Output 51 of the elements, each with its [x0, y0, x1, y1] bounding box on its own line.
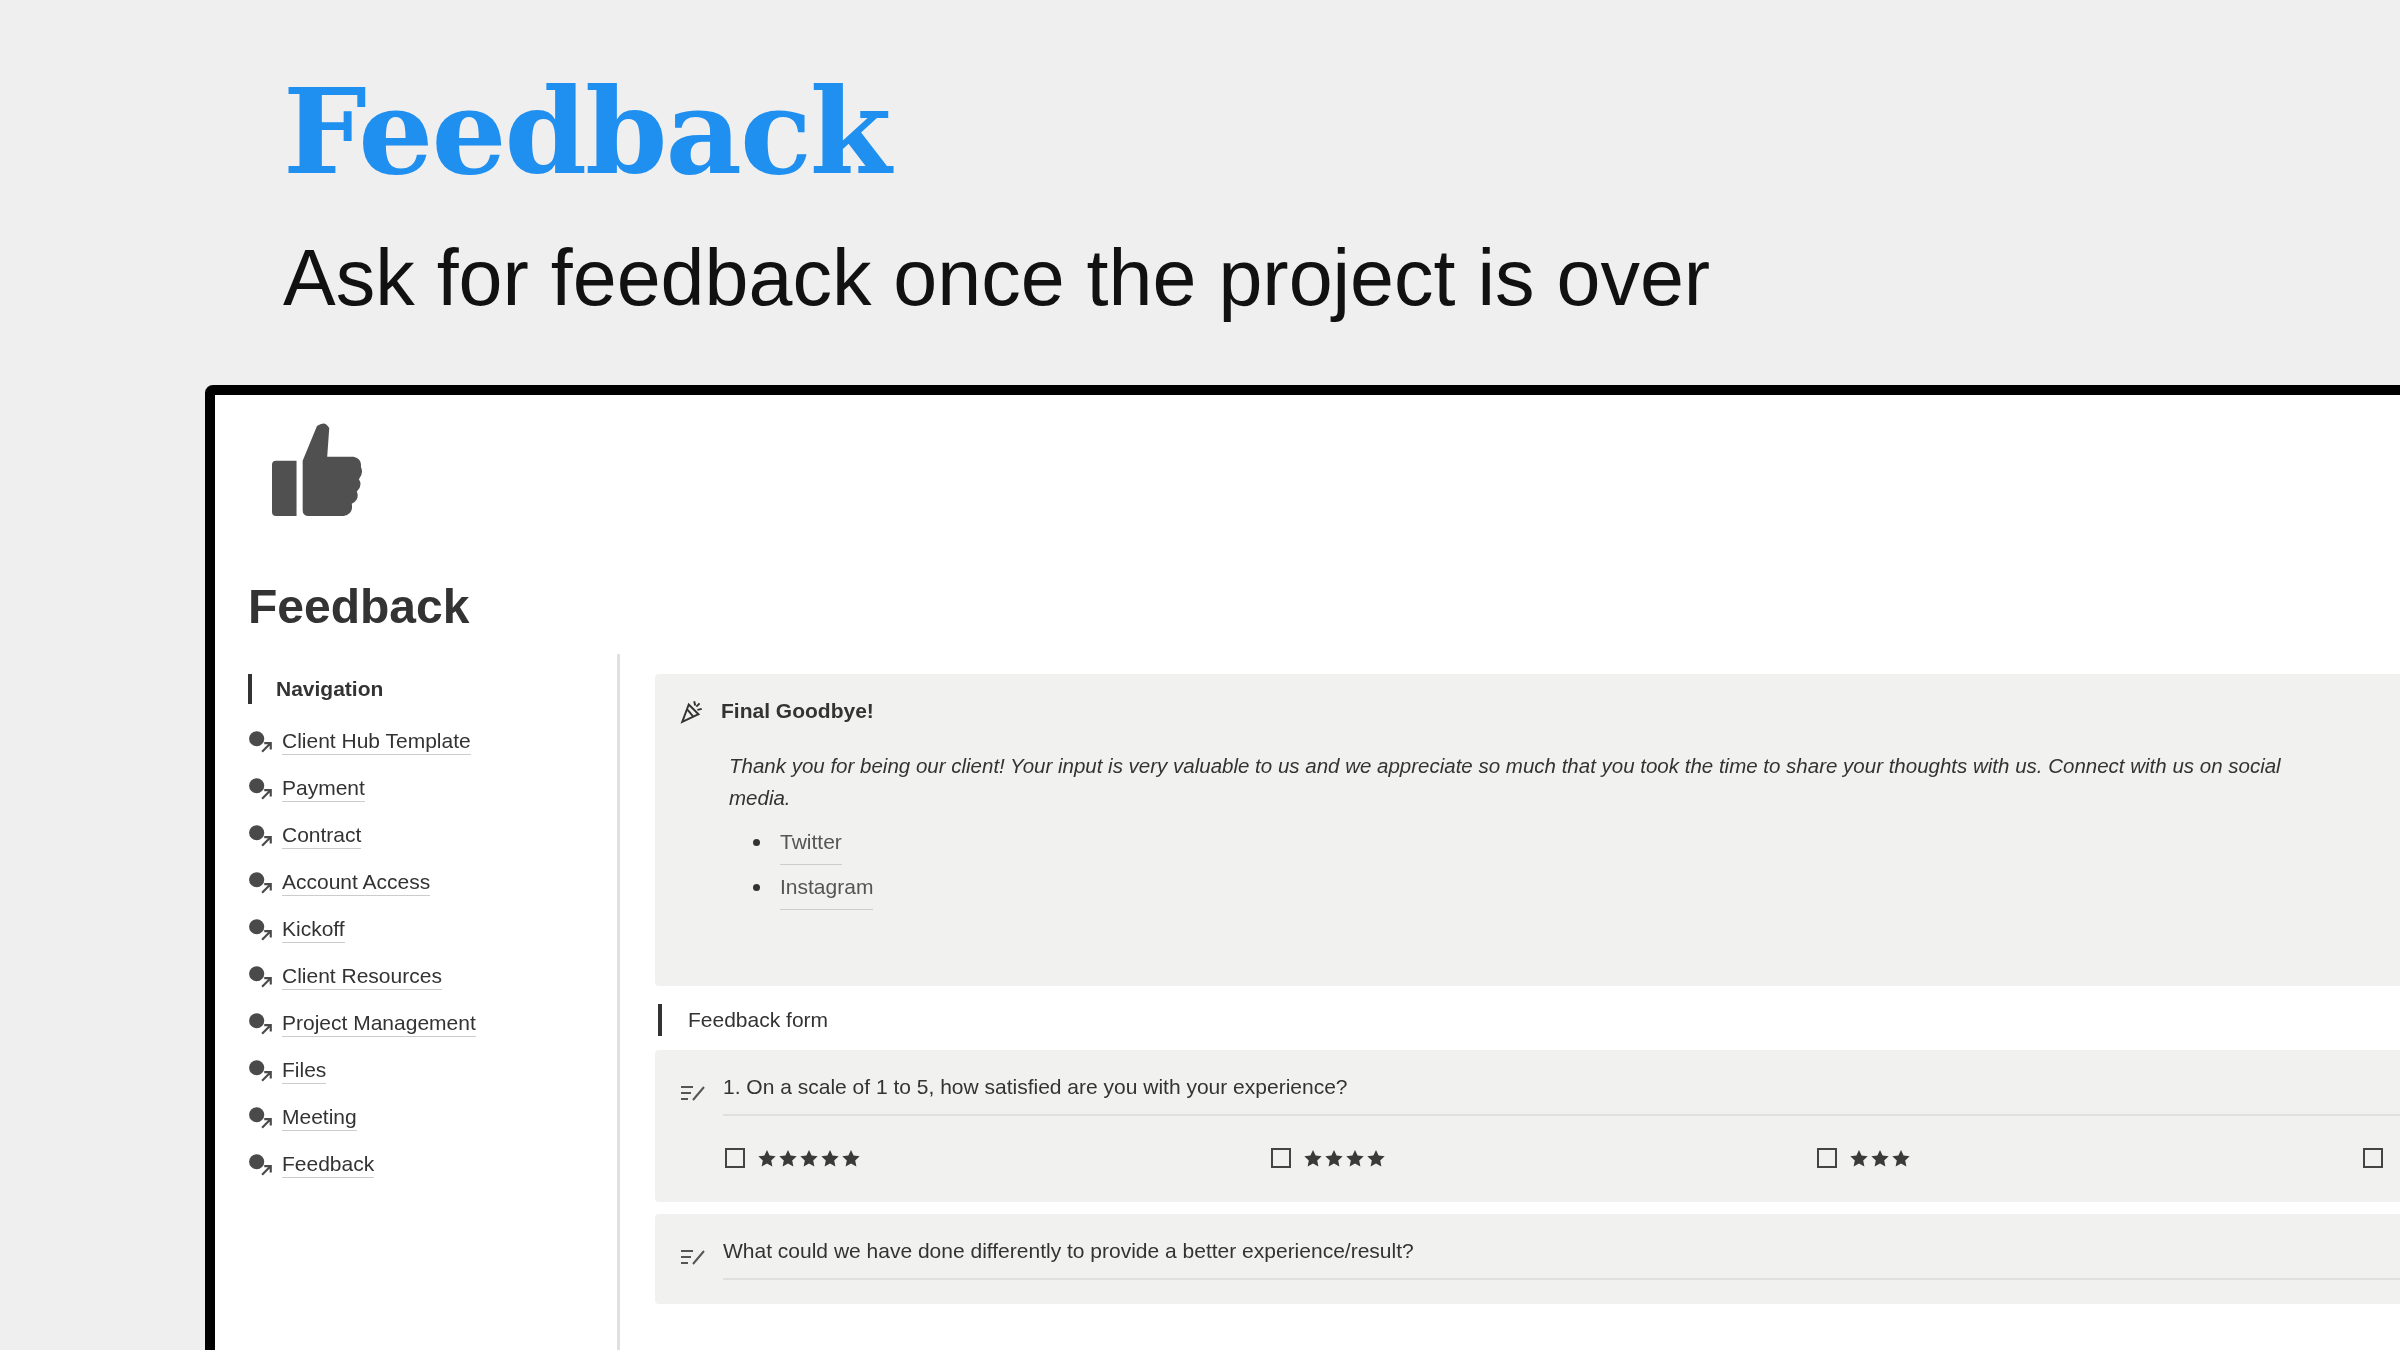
- navigation-link[interactable]: Payment: [282, 775, 365, 802]
- navigation-link[interactable]: Client Resources: [282, 963, 442, 990]
- social-link[interactable]: Instagram: [780, 865, 874, 910]
- navigation-link[interactable]: Account Access: [282, 869, 431, 896]
- question-text: 1. On a scale of 1 to 5, how satisfied are you with your experience?: [723, 1070, 2400, 1116]
- navigation-link[interactable]: Client Hub Template: [282, 728, 471, 755]
- page-link-icon: [248, 729, 274, 754]
- text-edit-icon: [679, 1083, 707, 1103]
- bullet-icon: [753, 839, 760, 846]
- navigation-link[interactable]: Contract: [282, 822, 362, 849]
- star-icon: [841, 1148, 861, 1168]
- star-icon: [820, 1148, 840, 1168]
- page-heading: Feedback: [283, 62, 2400, 202]
- star-icon: [799, 1148, 819, 1168]
- text-edit-icon: [679, 1247, 707, 1267]
- page-link-icon: [248, 917, 274, 942]
- navigation-link[interactable]: Files: [282, 1057, 327, 1084]
- callout-text: Thank you for being our client! Your input is very valuable to us and we appreciate so much that you took the time to share your thoughts with us. Connect with us on social media.: [729, 753, 2282, 811]
- page-link-icon: [248, 823, 274, 848]
- checkbox[interactable]: [2363, 1148, 2383, 1168]
- page-title: Feedback: [248, 579, 471, 634]
- page-link-icon: [248, 1058, 274, 1083]
- page-link-icon: [248, 1011, 274, 1036]
- star-icon: [1303, 1148, 1323, 1168]
- navigation-heading: Navigation: [248, 674, 617, 704]
- navigation-link[interactable]: Feedback: [282, 1151, 375, 1178]
- star-icon: [1345, 1148, 1365, 1168]
- social-link[interactable]: Twitter: [780, 820, 842, 865]
- page-link-icon: [248, 1152, 274, 1177]
- page-link-icon: [248, 776, 274, 801]
- star-icon: [1849, 1148, 1869, 1168]
- page-link-icon: [248, 1105, 274, 1130]
- checkbox[interactable]: [1271, 1148, 1291, 1168]
- navigation-link[interactable]: Kickoff: [282, 916, 345, 943]
- form-heading: Feedback form: [658, 1004, 2400, 1036]
- star-icon: [1870, 1148, 1890, 1168]
- navigation-link[interactable]: Meeting: [282, 1104, 357, 1131]
- star-icon: [757, 1148, 777, 1168]
- star-icon: [1324, 1148, 1344, 1168]
- star-icon: [1366, 1148, 1386, 1168]
- callout-title: Final Goodbye!: [721, 699, 874, 723]
- star-icon: [1891, 1148, 1911, 1168]
- question-text: What could we have done differently to provide a better experience/result?: [723, 1234, 2400, 1280]
- bullet-icon: [753, 884, 760, 891]
- party-popper-icon: [679, 698, 705, 724]
- checkbox[interactable]: [1817, 1148, 1837, 1168]
- star-icon: [778, 1148, 798, 1168]
- checkbox[interactable]: [725, 1148, 745, 1168]
- navigation-link[interactable]: Project Management: [282, 1010, 476, 1037]
- page-link-icon: [248, 870, 274, 895]
- page-link-icon: [248, 964, 274, 989]
